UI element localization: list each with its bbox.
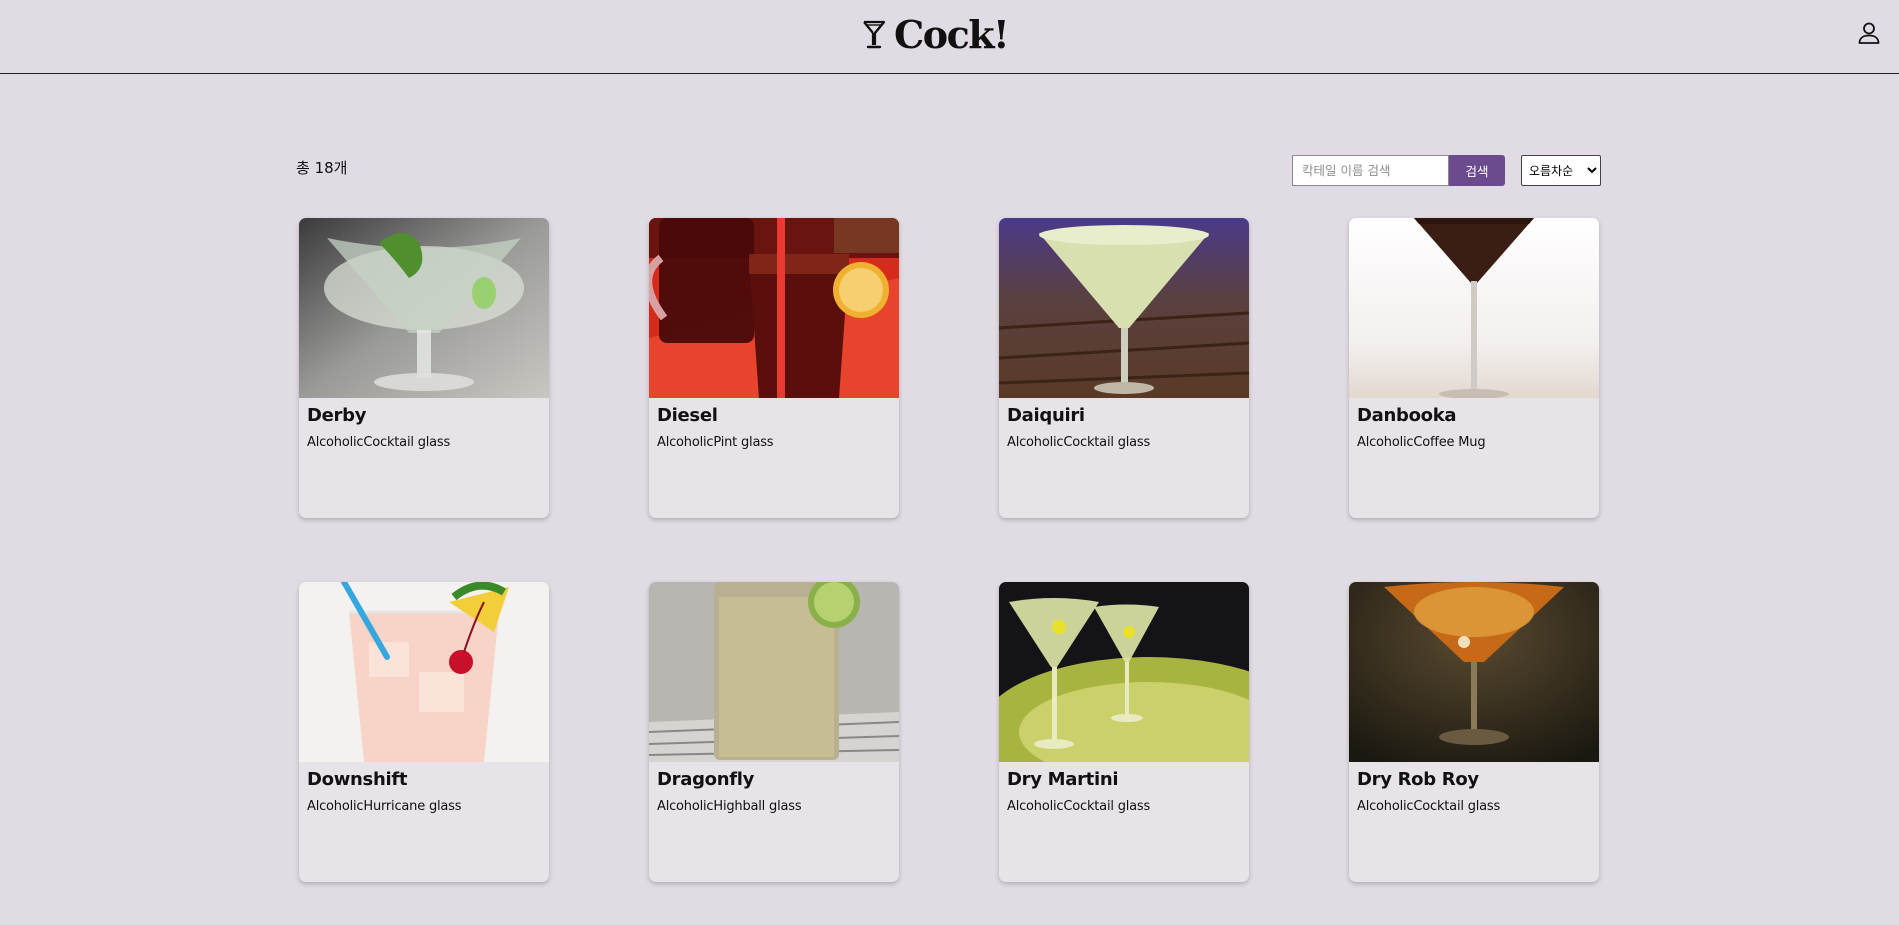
cocktail-name: Dry Rob Roy [1357, 769, 1479, 790]
cocktail-glass: Pint glass [713, 435, 774, 450]
cocktail-name: Daiquiri [1007, 405, 1085, 426]
cocktail-glass: Hurricane glass [363, 799, 462, 814]
cocktail-name: Downshift [307, 769, 408, 790]
cocktail-category: Alcoholic [307, 435, 364, 450]
cocktail-category: Alcoholic [1357, 435, 1414, 450]
cocktail-glass-icon [863, 20, 886, 49]
cocktail-glass: Cocktail glass [1063, 435, 1151, 450]
cocktail-card[interactable]: Downshift AlcoholicHurricane glass [299, 582, 549, 882]
cocktail-category: Alcoholic [1007, 435, 1064, 450]
cocktail-card[interactable]: Dry Rob Roy AlcoholicCocktail glass [1349, 582, 1599, 882]
logo[interactable]: Cock! [862, 11, 1010, 57]
cocktail-photo [999, 582, 1249, 762]
sort-select[interactable]: 오름차순 [1521, 155, 1601, 186]
cocktail-meta: AlcoholicHighball glass [657, 799, 802, 814]
cocktail-card[interactable]: Danbooka AlcoholicCoffee Mug [1349, 218, 1599, 518]
cocktail-meta: AlcoholicCocktail glass [1007, 435, 1150, 450]
cocktail-photo [1349, 218, 1599, 398]
cocktail-card[interactable]: Dry Martini AlcoholicCocktail glass [999, 582, 1249, 882]
cocktail-meta: AlcoholicPint glass [657, 435, 774, 450]
cocktail-glass: Cocktail glass [363, 435, 451, 450]
cocktail-meta: AlcoholicCocktail glass [1007, 799, 1150, 814]
cocktail-glass: Highball glass [713, 799, 802, 814]
cocktail-category: Alcoholic [657, 799, 714, 814]
cocktail-name: Dry Martini [1007, 769, 1119, 790]
logo-text: Cock! [894, 11, 1010, 57]
cocktail-card[interactable]: Diesel AlcoholicPint glass [649, 218, 899, 518]
cocktail-category: Alcoholic [657, 435, 714, 450]
cocktail-name: Diesel [657, 405, 718, 426]
cocktail-photo [649, 218, 899, 398]
cocktail-photo [649, 582, 899, 762]
cocktail-glass: Cocktail glass [1063, 799, 1151, 814]
cocktail-category: Alcoholic [1357, 799, 1414, 814]
cocktail-name: Dragonfly [657, 769, 755, 790]
cocktail-meta: AlcoholicCoffee Mug [1357, 435, 1486, 450]
search-button[interactable]: 검색 [1449, 155, 1505, 186]
cocktail-meta: AlcoholicCocktail glass [307, 435, 450, 450]
search-input[interactable] [1292, 155, 1449, 186]
user-profile-icon[interactable] [1856, 20, 1882, 46]
cocktail-category: Alcoholic [307, 799, 364, 814]
cocktail-meta: AlcoholicCocktail glass [1357, 799, 1500, 814]
cocktail-card[interactable]: Dragonfly AlcoholicHighball glass [649, 582, 899, 882]
cocktail-photo [999, 218, 1249, 398]
cocktail-photo [299, 218, 549, 398]
cocktail-card[interactable]: Derby AlcoholicCocktail glass [299, 218, 549, 518]
cocktail-photo [1349, 582, 1599, 762]
cocktail-name: Danbooka [1357, 405, 1457, 426]
cocktail-glass: Cocktail glass [1413, 799, 1501, 814]
cocktail-category: Alcoholic [1007, 799, 1064, 814]
cocktail-name: Derby [307, 405, 367, 426]
total-count: 총 18개 [296, 159, 348, 177]
top-header: Cock! [0, 0, 1899, 74]
cocktail-meta: AlcoholicHurricane glass [307, 799, 462, 814]
cocktail-photo [299, 582, 549, 762]
cocktail-card[interactable]: Daiquiri AlcoholicCocktail glass [999, 218, 1249, 518]
cocktail-glass: Coffee Mug [1413, 435, 1486, 450]
